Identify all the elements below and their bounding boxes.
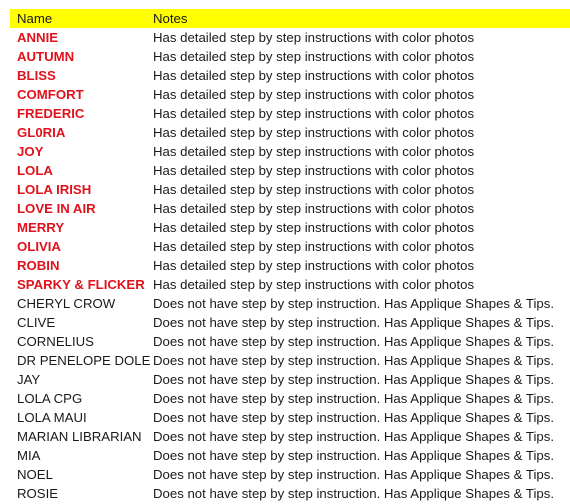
table-row: SPARKY & FLICKER Has detailed step by ste… bbox=[10, 275, 570, 294]
row-notes: Does not have step by step instruction. … bbox=[153, 410, 554, 425]
row-name: ROSIE bbox=[17, 486, 59, 501]
row-notes: Has detailed step by step instructions w… bbox=[153, 163, 475, 178]
table-row: ROSIE Does not have step by step instruct… bbox=[10, 484, 570, 503]
row-notes: Has detailed step by step instructions w… bbox=[153, 239, 475, 254]
table-row: LOVE IN AIR Has detailed step by step ins… bbox=[10, 199, 570, 218]
table-row: LOLA MAUI Does not have step by step inst… bbox=[10, 408, 570, 427]
row-notes: Does not have step by step instruction. … bbox=[153, 391, 554, 406]
pattern-table: Name Notes ANNIE Has detailed step by ste… bbox=[10, 9, 570, 503]
table-row: CORNELIUS Does not have step by step inst… bbox=[10, 332, 570, 351]
table-row: JAY Does not have step by step instructio… bbox=[10, 370, 570, 389]
row-notes: Has detailed step by step instructions w… bbox=[153, 30, 475, 45]
row-notes: Does not have step by step instruction. … bbox=[153, 467, 554, 482]
table-row: DR PENELOPE DOLE Does not have step by st… bbox=[10, 351, 570, 370]
table-row: BLISS Has detailed step by step instructi… bbox=[10, 66, 570, 85]
row-notes: Does not have step by step instruction. … bbox=[153, 315, 554, 330]
row-notes: Has detailed step by step instructions w… bbox=[153, 277, 475, 292]
table-row: LOLA IRISH Has detailed step by step inst… bbox=[10, 180, 570, 199]
table-row: ANNIE Has detailed step by step instructi… bbox=[10, 28, 570, 47]
row-notes: Has detailed step by step instructions w… bbox=[153, 106, 475, 121]
table-row: OLIVIA Has detailed step by step instruct… bbox=[10, 237, 570, 256]
row-name: CLIVE bbox=[17, 315, 56, 330]
header-notes: Notes bbox=[153, 11, 188, 26]
row-name: DR PENELOPE DOLE bbox=[17, 353, 151, 368]
table-row: LOLA CPG Does not have step by step instr… bbox=[10, 389, 570, 408]
row-name: LOLA MAUI bbox=[17, 410, 87, 425]
row-name: ROBIN bbox=[17, 258, 60, 273]
header-name: Name bbox=[17, 11, 53, 26]
row-name: LOLA CPG bbox=[17, 391, 83, 406]
row-name: JAY bbox=[17, 372, 41, 387]
row-name: AUTUMN bbox=[17, 49, 75, 64]
row-notes: Does not have step by step instruction. … bbox=[153, 448, 554, 463]
row-notes: Has detailed step by step instructions w… bbox=[153, 125, 475, 140]
table-row: JOY Has detailed step by step instruction… bbox=[10, 142, 570, 161]
row-name: ANNIE bbox=[17, 30, 59, 45]
table-row: CHERYL CROW Does not have step by step in… bbox=[10, 294, 570, 313]
row-name: OLIVIA bbox=[17, 239, 61, 254]
row-notes: Does not have step by step instruction. … bbox=[153, 486, 554, 501]
row-name: LOLA bbox=[17, 163, 53, 178]
row-notes: Has detailed step by step instructions w… bbox=[153, 201, 475, 216]
row-name: LOVE IN AIR bbox=[17, 201, 96, 216]
table-header: Name Notes bbox=[10, 9, 570, 28]
table-row: COMFORT Has detailed step by step instruc… bbox=[10, 85, 570, 104]
table-row: MARIAN LIBRARIAN Does not have step by st… bbox=[10, 427, 570, 446]
row-notes: Does not have step by step instruction. … bbox=[153, 296, 554, 311]
row-notes: Has detailed step by step instructions w… bbox=[153, 182, 475, 197]
row-name: MARIAN LIBRARIAN bbox=[17, 429, 142, 444]
row-name: CHERYL CROW bbox=[17, 296, 116, 311]
row-notes: Has detailed step by step instructions w… bbox=[153, 144, 475, 159]
row-name: COMFORT bbox=[17, 87, 84, 102]
row-notes: Has detailed step by step instructions w… bbox=[153, 258, 475, 273]
row-name: NOEL bbox=[17, 467, 53, 482]
table-row: FREDERIC Has detailed step by step instru… bbox=[10, 104, 570, 123]
table-row: MIA Does not have step by step instructio… bbox=[10, 446, 570, 465]
row-name: LOLA IRISH bbox=[17, 182, 92, 197]
row-name: JOY bbox=[17, 144, 44, 159]
row-notes: Does not have step by step instruction. … bbox=[153, 334, 554, 349]
row-notes: Does not have step by step instruction. … bbox=[153, 372, 554, 387]
table-row: NOEL Does not have step by step instructi… bbox=[10, 465, 570, 484]
row-name: MIA bbox=[17, 448, 41, 463]
row-notes: Has detailed step by step instructions w… bbox=[153, 68, 475, 83]
row-name: BLISS bbox=[17, 68, 56, 83]
row-notes: Has detailed step by step instructions w… bbox=[153, 87, 475, 102]
table-body: ANNIE Has detailed step by step instructi… bbox=[10, 28, 570, 503]
table-row: MERRY Has detailed step by step instructi… bbox=[10, 218, 570, 237]
row-name: MERRY bbox=[17, 220, 65, 235]
table-row: GL0RIA Has detailed step by step instruct… bbox=[10, 123, 570, 142]
row-notes: Has detailed step by step instructions w… bbox=[153, 220, 475, 235]
row-notes: Does not have step by step instruction. … bbox=[153, 353, 554, 368]
row-name: CORNELIUS bbox=[17, 334, 94, 349]
table-row: ROBIN Has detailed step by step instructi… bbox=[10, 256, 570, 275]
row-notes: Does not have step by step instruction. … bbox=[153, 429, 554, 444]
row-notes: Has detailed step by step instructions w… bbox=[153, 49, 475, 64]
row-name: SPARKY & FLICKER bbox=[17, 277, 145, 292]
row-name: FREDERIC bbox=[17, 106, 85, 121]
table-row: LOLA Has detailed step by step instructio… bbox=[10, 161, 570, 180]
row-name: GL0RIA bbox=[17, 125, 66, 140]
table-row: CLIVE Does not have step by step instruct… bbox=[10, 313, 570, 332]
table-row: AUTUMN Has detailed step by step instruct… bbox=[10, 47, 570, 66]
